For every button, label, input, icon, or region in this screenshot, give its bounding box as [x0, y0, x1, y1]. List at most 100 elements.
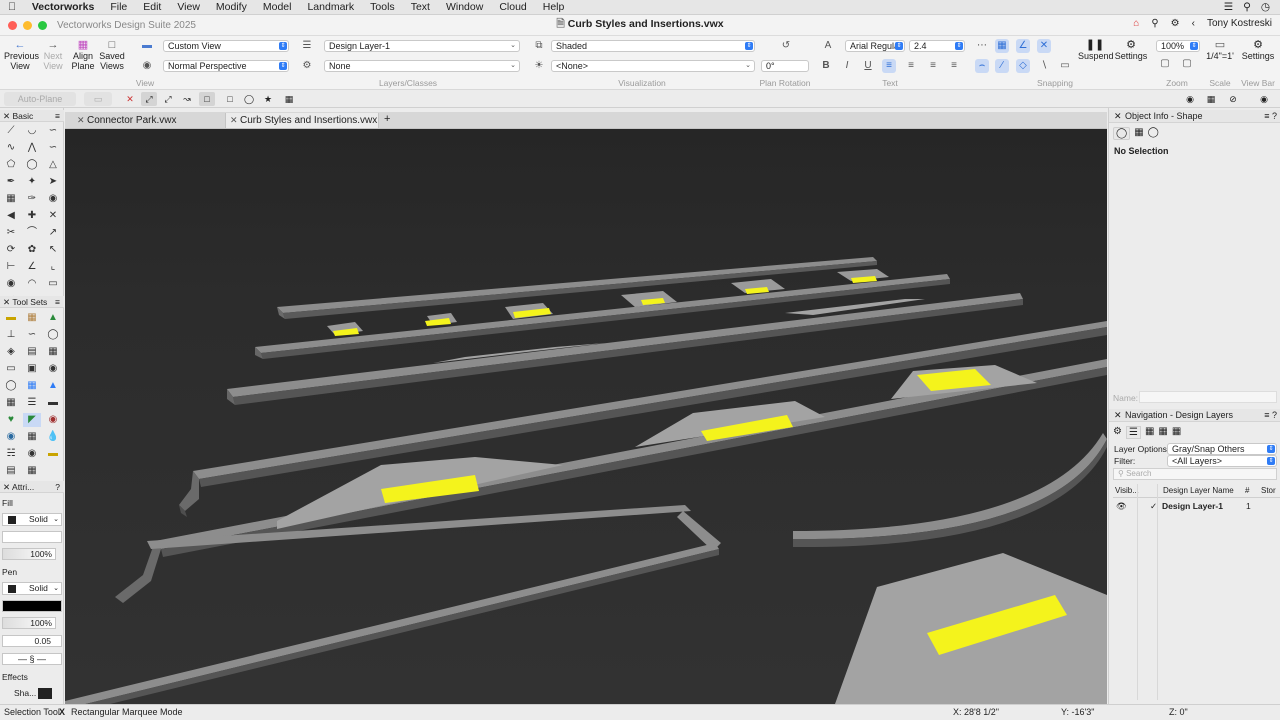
table-row[interactable]: 👁 ✓ Design Layer-1 1 — [1113, 499, 1280, 513]
close-icon[interactable]: ✕ — [1114, 110, 1122, 123]
zoom-window-button[interactable] — [38, 20, 47, 30]
line-weight-select[interactable]: 0.05 — [2, 635, 62, 647]
circle-tool-icon[interactable]: ◯ — [23, 158, 41, 172]
snap-surface-icon[interactable]: ▭ — [1058, 59, 1072, 73]
object-toolset-icon[interactable]: ◯ — [44, 328, 62, 342]
viewports-tab-icon[interactable]: ▦ — [1158, 426, 1167, 439]
freehand-tool-icon[interactable]: ∽ — [44, 124, 62, 138]
tab-curb-styles[interactable]: ✕ Curb Styles and Insertions.vwx — [225, 113, 379, 128]
align-center-icon[interactable]: ≡ — [904, 59, 918, 73]
previous-view-button[interactable]: ← Previous View — [4, 40, 39, 72]
sheet-layers-tab-icon[interactable]: ▦ — [1145, 426, 1154, 439]
menu-edit[interactable]: Edit — [135, 0, 169, 15]
zoom-fit-icon[interactable]: ▢ — [1158, 57, 1172, 71]
landscape-toolset-icon[interactable]: ♥ — [2, 413, 20, 427]
hardscape-toolset-icon[interactable]: ◉ — [44, 413, 62, 427]
align-left-icon[interactable]: ≡ — [882, 59, 896, 73]
palette-menu-icon[interactable]: ◉ — [1254, 92, 1274, 106]
menu-model[interactable]: Model — [255, 0, 300, 15]
navigation-header[interactable]: ✕ Navigation - Design Layers ≡ ? — [1109, 409, 1280, 422]
suspend-snapping-button[interactable]: ❚❚ Suspend — [1078, 40, 1114, 62]
spaces-toolset-icon[interactable]: ▦ — [44, 345, 62, 359]
saved-views-tab-icon[interactable]: ▦ — [1172, 426, 1181, 439]
dimension-tool-icon[interactable]: ⊢ — [2, 260, 20, 274]
rectangle-tool-icon[interactable]: ▦ — [2, 192, 20, 206]
polyline-tool-icon[interactable]: ∿ — [2, 141, 20, 155]
curb-toolset-icon[interactable]: ◤ — [23, 413, 41, 427]
grid-view-icon[interactable]: ▦ — [1204, 92, 1218, 106]
fill-color-swatch[interactable] — [8, 516, 16, 524]
sheet-toolset-icon[interactable]: ▦ — [23, 464, 41, 478]
italic-icon[interactable]: I — [840, 59, 854, 73]
snap-object-icon[interactable]: ▦ — [995, 39, 1009, 53]
view-select[interactable]: Custom View ⇕ — [163, 40, 289, 52]
chevron-left-icon[interactable]: ‹ — [1192, 18, 1195, 29]
3d-modeling-toolset-icon[interactable]: ◈ — [2, 345, 20, 359]
layers-tab-icon[interactable]: ☰ — [1125, 426, 1141, 439]
arc-tool-icon[interactable]: ◡ — [23, 124, 41, 138]
close-icon[interactable]: ✕ — [3, 482, 10, 492]
column-layer-name[interactable]: Design Layer Name — [1163, 484, 1234, 498]
fill-opacity-field[interactable]: 100% — [2, 548, 56, 560]
move-tool-icon[interactable]: ✚ — [23, 209, 41, 223]
auto-plane-button[interactable]: Auto-Plane — [4, 92, 76, 106]
render-mode-icon[interactable]: ⧉ — [532, 39, 546, 53]
roof-tool-icon[interactable]: ⋀ — [23, 141, 41, 155]
class-icon[interactable]: ⚙ — [300, 59, 314, 73]
menu-text[interactable]: Text — [403, 0, 438, 15]
snapping-settings-button[interactable]: ⚙ Settings — [1114, 40, 1148, 62]
stage-toolset-icon[interactable]: ▦ — [2, 396, 20, 410]
rotate-mode-icon[interactable]: ↝ — [179, 92, 195, 106]
gear-icon[interactable]: ⚙ — [1171, 18, 1180, 29]
camera-tool-icon[interactable]: ◉ — [2, 277, 20, 291]
align-plane-button[interactable]: ▦ Align Plane — [70, 40, 96, 72]
next-view-button[interactable]: → Next View — [40, 40, 66, 72]
font-size-select[interactable]: 2.4 ⇕ — [909, 40, 965, 52]
user-name[interactable]: Tony Kostreski — [1207, 18, 1272, 29]
snap-distance-icon[interactable]: ⌢ — [975, 59, 989, 73]
line-marker-select[interactable]: — § — — [2, 653, 62, 665]
class-select[interactable]: None ⌄ — [324, 60, 520, 72]
trim-tool-icon[interactable]: ✕ — [44, 209, 62, 223]
palette-menu-icon[interactable]: ≡ — [55, 296, 60, 308]
shape-tab-icon[interactable]: ◯ — [1113, 127, 1131, 140]
snap-edge-icon[interactable]: ∖ — [1037, 59, 1051, 73]
line-tool-icon[interactable]: ⟋ — [2, 124, 20, 138]
layout-toolset-icon[interactable]: ▤ — [2, 464, 20, 478]
plane-select[interactable]: ▭ — [84, 92, 112, 106]
clock-icon[interactable]: ◷ — [1261, 1, 1270, 13]
filter-select[interactable]: <All Layers> ⇕ — [1167, 455, 1277, 467]
lighting-select[interactable]: <None> ⌄ — [551, 60, 755, 72]
visualization-toolset-icon[interactable]: ∽ — [23, 328, 41, 342]
snap-angle-icon[interactable]: ∠ — [1016, 39, 1030, 53]
connect-tool-icon[interactable]: ↖ — [44, 243, 62, 257]
offset-tool-icon[interactable]: ↗ — [44, 226, 62, 240]
home-icon[interactable]: ⌂ — [1133, 18, 1139, 29]
tab-connector-park[interactable]: ✕ Connector Park.vwx — [73, 113, 223, 128]
pen-color-preview[interactable] — [2, 600, 62, 612]
rectangle-mode-icon[interactable]: □ — [222, 92, 238, 106]
scale-button[interactable]: ▭ 1/4"=1' — [1205, 40, 1235, 62]
fill-color-preview[interactable] — [2, 531, 62, 543]
spiral-tool-icon[interactable]: ⟳ — [2, 243, 20, 257]
close-icon[interactable]: X — [59, 705, 65, 720]
camera-icon[interactable]: ◉ — [1183, 92, 1197, 106]
palette-menu-icon[interactable]: ≡ ? — [1264, 110, 1277, 123]
apple-icon[interactable]:  — [0, 0, 24, 15]
minimize-window-button[interactable] — [23, 20, 32, 30]
irrigation-toolset-icon[interactable]: ◉ — [2, 430, 20, 444]
polygon-lasso-mode-icon[interactable]: ★ — [260, 92, 276, 106]
enable-single-object-scaling-icon[interactable]: ⤢ — [141, 92, 157, 106]
machine-design-toolset-icon[interactable]: ▭ — [2, 362, 20, 376]
close-tab-icon[interactable]: ✕ — [230, 113, 238, 128]
polygon-tool-icon[interactable]: ⬠ — [2, 158, 20, 172]
classes-tab-icon[interactable]: ⚙ — [1113, 426, 1122, 439]
menu-app-name[interactable]: Vectorworks — [24, 0, 102, 15]
help-icon[interactable]: ? — [55, 481, 60, 493]
layer-select[interactable]: Design Layer-1 ⌄ — [324, 40, 520, 52]
pen-color-swatch[interactable] — [8, 585, 16, 593]
search-icon[interactable]: ⚲ — [1243, 1, 1251, 13]
grid-toolset-icon[interactable]: ▦ — [23, 430, 41, 444]
zoom-selection-icon[interactable]: ▢ — [1180, 57, 1194, 71]
visibility-eye-icon[interactable]: 👁 — [1116, 499, 1127, 513]
